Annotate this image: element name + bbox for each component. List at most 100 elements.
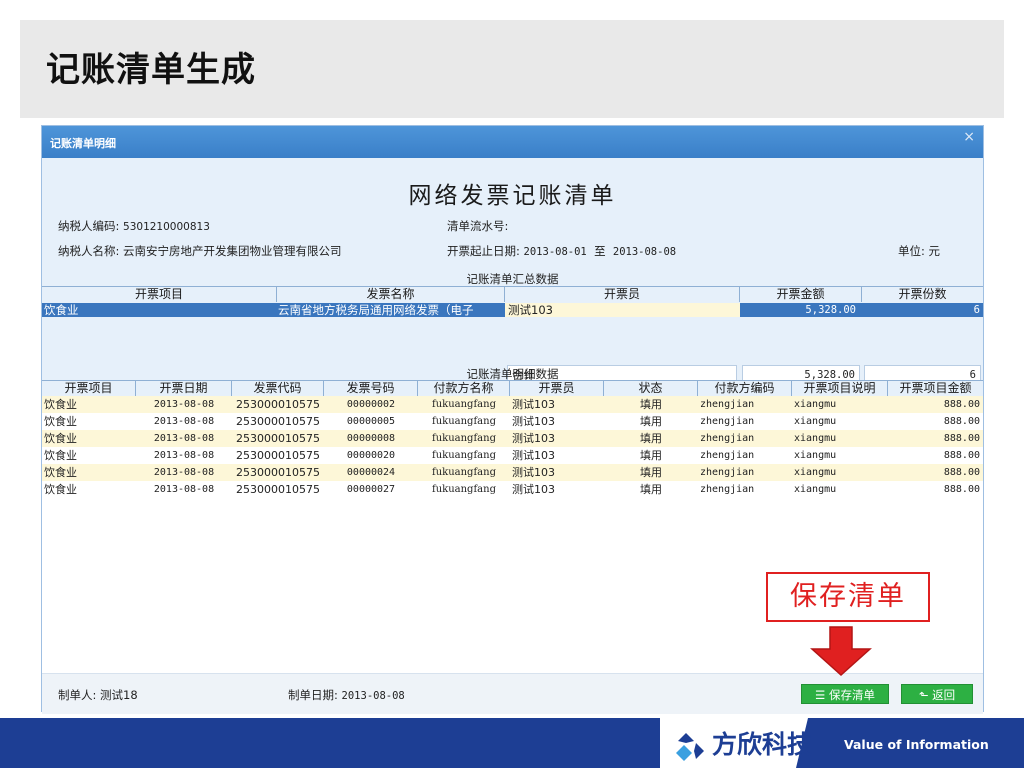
detail-cell-desc: xiangmu [794,416,837,427]
detail-header-desc: 开票项目说明 [792,381,888,396]
creator-value: 测试18 [100,688,138,702]
detail-cell-item: 饮食业 [44,415,77,428]
detail-cell-payer: fukuangfang [432,433,496,444]
slide-title: 记账清单生成 [46,50,256,90]
create-date-row: 制单日期: 2013-08-08 [288,687,405,703]
summary-header-amount: 开票金额 [740,287,862,302]
detail-cell-issuer: 测试103 [512,449,555,462]
summary-header-item: 开票项目 [42,287,277,302]
save-list-button[interactable]: ☰ 保存清单 [801,684,889,704]
detail-cell-issuer: 测试103 [512,483,555,496]
save-list-label: 保存清单 [828,688,875,702]
list-icon: ☰ [815,688,826,702]
summary-cell-invoice-name: 云南省地方税务局通用网络发票（电子 [278,303,474,317]
table-row[interactable]: 饮食业 2013-08-08 253000010575 00000024 fukuang… [42,464,983,481]
report-panel: 网络发票记账清单 纳税人编码: 5301210000813 纳税人名称: 云南安… [42,158,983,392]
serial-label: 清单流水号: [447,219,509,233]
detail-cell-item: 饮食业 [44,466,77,479]
detail-cell-date: 2013-08-08 [153,467,215,478]
detail-cell-date: 2013-08-08 [153,433,215,444]
detail-cell-date: 2013-08-08 [153,416,215,427]
detail-cell-payer: fukuangfang [432,484,496,495]
detail-cell-item: 饮食业 [44,449,77,462]
detail-table-body: 饮食业 2013-08-08 253000010575 00000002 fukuang… [42,396,983,498]
detail-cell-amount: 888.00 [943,416,980,427]
detail-header-issuer: 开票员 [510,381,604,396]
back-label: 返回 [932,688,956,702]
summary-table-row[interactable]: 饮食业 云南省地方税务局通用网络发票（电子 测试103 5,328.00 6 [42,303,983,317]
invoice-list-dialog: 记账清单明细 × 网络发票记账清单 纳税人编码: 5301210000813 纳… [41,125,984,714]
down-arrow-icon [810,626,872,677]
period-label: 开票起止日期: [447,244,520,258]
detail-cell-status: 填用 [640,398,662,411]
detail-cell-code: 253000010575 [236,398,320,411]
detail-cell-item: 饮食业 [44,398,77,411]
detail-cell-issuer: 测试103 [512,432,555,445]
detail-header-payer: 付款方名称 [418,381,510,396]
creator-row: 制单人: 测试18 [58,687,138,703]
create-date-label: 制单日期: [288,688,338,702]
detail-cell-number: 00000027 [346,484,396,495]
detail-cell-payer-code: zhengjian [700,484,755,495]
table-row[interactable]: 饮食业 2013-08-08 253000010575 00000008 fukuang… [42,430,983,447]
detail-cell-amount: 888.00 [943,484,980,495]
creator-label: 制单人: [58,688,97,702]
detail-header-status: 状态 [604,381,698,396]
unit-value: 元 [928,244,941,258]
detail-cell-status: 填用 [640,415,662,428]
taxpayer-id-value: 5301210000813 [123,221,210,233]
back-arrow-icon: ⬑ [918,688,929,702]
detail-cell-desc: xiangmu [794,467,837,478]
create-date-value: 2013-08-08 [341,690,405,702]
detail-cell-payer-code: zhengjian [700,450,755,461]
detail-cell-item: 饮食业 [44,432,77,445]
detail-cell-code: 253000010575 [236,432,320,445]
summary-table-header: 开票项目 发票名称 开票员 开票金额 开票份数 [42,286,983,304]
detail-header-item: 开票项目 [42,381,136,396]
detail-cell-amount: 888.00 [943,433,980,444]
table-row[interactable]: 饮食业 2013-08-08 253000010575 00000002 fukuang… [42,396,983,413]
serial-row: 清单流水号: [447,218,508,234]
summary-cell-issuer[interactable]: 测试103 [505,303,740,317]
detail-cell-issuer: 测试103 [512,415,555,428]
detail-header-amount: 开票项目金额 [888,381,983,396]
brand-tagline: Value of Information [844,737,989,752]
taxpayer-name-value: 云南安宁房地产开发集团物业管理有限公司 [123,244,342,258]
period-start: 2013-08-01 [523,246,587,258]
detail-cell-number: 00000008 [346,433,396,444]
back-button[interactable]: ⬑ 返回 [901,684,973,704]
unit-label: 单位: [898,244,925,258]
detail-cell-payer-code: zhengjian [700,399,755,410]
taxpayer-id-row: 纳税人编码: 5301210000813 [58,218,210,234]
dialog-title: 记账清单明细 [50,137,116,150]
detail-cell-date: 2013-08-08 [153,399,215,410]
detail-cell-amount: 888.00 [943,450,980,461]
detail-cell-payer: fukuangfang [432,416,496,427]
detail-cell-number: 00000024 [346,467,396,478]
detail-cell-code: 253000010575 [236,415,320,428]
summary-cell-amount: 5,328.00 [805,304,856,316]
brand-logo-area: 方欣科技 Value of Information [660,718,1024,768]
dialog-titlebar: 记账清单明细 × [42,126,983,158]
taxpayer-id-label: 纳税人编码: [58,219,120,233]
detail-cell-status: 填用 [640,449,662,462]
summary-header-invoice-name: 发票名称 [277,287,505,302]
detail-cell-status: 填用 [640,432,662,445]
taxpayer-name-row: 纳税人名称: 云南安宁房地产开发集团物业管理有限公司 [58,243,342,259]
table-row[interactable]: 饮食业 2013-08-08 253000010575 00000020 fukuang… [42,447,983,464]
save-list-callout: 保存清单 [766,572,930,622]
period-row: 开票起止日期: 2013-08-01 至 2013-08-08 [447,243,676,259]
detail-cell-code: 253000010575 [236,483,320,496]
detail-cell-payer-code: zhengjian [700,467,755,478]
report-title: 网络发票记账清单 [408,183,617,209]
detail-cell-number: 00000020 [346,450,396,461]
detail-header-number: 发票号码 [324,381,418,396]
detail-header-payer-code: 付款方编码 [698,381,792,396]
taxpayer-name-label: 纳税人名称: [58,244,120,258]
summary-header-issuer: 开票员 [505,287,740,302]
close-icon[interactable]: × [963,129,975,145]
detail-cell-payer: fukuangfang [432,399,496,410]
table-row[interactable]: 饮食业 2013-08-08 253000010575 00000027 fukuang… [42,481,983,498]
table-row[interactable]: 饮食业 2013-08-08 253000010575 00000005 fukuang… [42,413,983,430]
detail-cell-status: 填用 [640,466,662,479]
